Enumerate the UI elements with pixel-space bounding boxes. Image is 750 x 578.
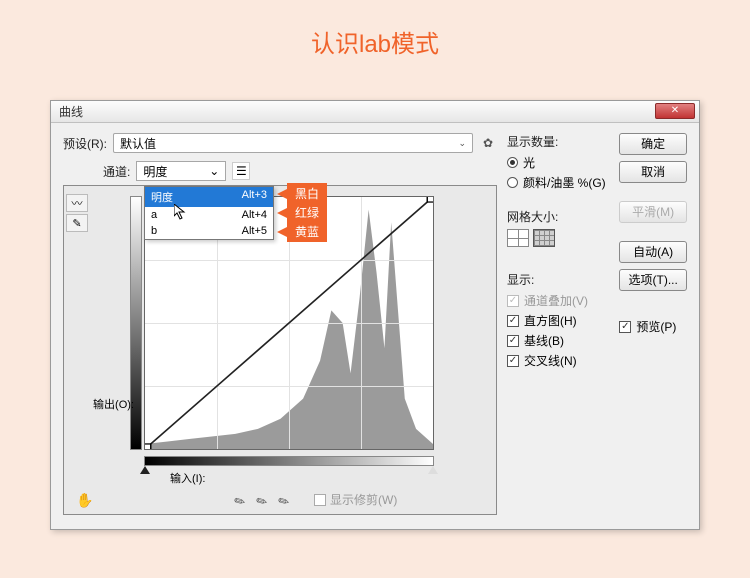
eyedropper-black-icon[interactable]: ✎ — [231, 489, 255, 512]
radio-icon — [507, 157, 518, 168]
grid-small-button[interactable] — [507, 229, 529, 247]
preset-value: 默认值 — [120, 135, 156, 152]
amount-group-label: 显示数量: — [507, 133, 611, 150]
gear-icon[interactable]: ✿ — [479, 134, 497, 152]
dropdown-item-a[interactable]: a Alt+4 — [145, 207, 273, 223]
dropdown-item-shortcut: Alt+3 — [242, 189, 267, 205]
checkbox-icon — [507, 315, 519, 327]
show-group-label: 显示: — [507, 271, 611, 288]
page-title: 认识lab模式 — [0, 0, 750, 59]
grid-size-label: 网格大小: — [507, 208, 611, 225]
channel-value: 明度 — [143, 163, 167, 180]
preset-label: 预设(R): — [63, 135, 107, 152]
curve-frame: 〰 ✎ — [63, 185, 497, 515]
dropdown-item-lightness[interactable]: 明度 Alt+3 — [145, 187, 273, 207]
preview-label: 预览(P) — [636, 318, 676, 335]
dropdown-item-shortcut: Alt+5 — [242, 225, 267, 237]
checkbox-label: 交叉线(N) — [524, 352, 577, 369]
checkbox-label: 通道叠加(V) — [524, 292, 588, 309]
radio-light[interactable]: 光 — [507, 154, 611, 171]
channel-label: 通道: — [103, 163, 130, 180]
curve-tool-pencil[interactable]: ✎ — [66, 214, 88, 232]
dropdown-item-label: a — [151, 209, 157, 221]
show-clipping-label: 显示修剪(W) — [330, 491, 397, 508]
annotation-bw: 黑白 — [287, 183, 327, 204]
dropdown-item-b[interactable]: b Alt+5 — [145, 223, 273, 239]
check-baseline[interactable]: 基线(B) — [507, 332, 611, 349]
check-cross[interactable]: 交叉线(N) — [507, 352, 611, 369]
auto-icon[interactable]: ☰ — [232, 162, 250, 180]
radio-icon — [507, 177, 518, 188]
smooth-button[interactable]: 平滑(M) — [619, 201, 687, 223]
checkbox-label: 基线(B) — [524, 332, 564, 349]
preview-checkbox[interactable]: 预览(P) — [619, 318, 687, 335]
auto-button[interactable]: 自动(A) — [619, 241, 687, 263]
checkbox-icon — [507, 295, 519, 307]
radio-pigment[interactable]: 颜料/油墨 %(G) — [507, 174, 611, 191]
gradient-horizontal — [144, 456, 434, 466]
preset-select[interactable]: 默认值 ⌄ — [113, 133, 473, 153]
options-button[interactable]: 选项(T)... — [619, 269, 687, 291]
curves-dialog: 曲线 ✕ 预设(R): 默认值 ⌄ ✿ 通道: 明度 ⌄ ☰ — [50, 100, 700, 530]
ok-button[interactable]: 确定 — [619, 133, 687, 155]
checkbox-icon — [507, 335, 519, 347]
arrow-icon — [277, 208, 287, 218]
annotation-rg: 红绿 — [287, 202, 327, 223]
dialog-title: 曲线 — [59, 103, 83, 120]
checkbox-icon — [507, 355, 519, 367]
dropdown-item-label: b — [151, 225, 157, 237]
dropdown-item-shortcut: Alt+4 — [242, 209, 267, 221]
eyedropper-gray-icon[interactable]: ✎ — [253, 489, 277, 512]
eyedropper-white-icon[interactable]: ✎ — [275, 489, 299, 512]
checkbox-icon — [619, 321, 631, 333]
annotation-yb: 黄蓝 — [287, 221, 327, 242]
input-label: 输入(I): — [170, 470, 205, 486]
arrow-icon — [277, 227, 287, 237]
grid-large-button[interactable] — [533, 229, 555, 247]
dropdown-item-label: 明度 — [151, 189, 173, 205]
output-label: 输出(O): — [82, 396, 134, 412]
radio-label: 光 — [523, 154, 535, 171]
cancel-button[interactable]: 取消 — [619, 161, 687, 183]
white-point-slider[interactable] — [428, 466, 438, 474]
channel-select[interactable]: 明度 ⌄ — [136, 161, 226, 181]
check-histogram[interactable]: 直方图(H) — [507, 312, 611, 329]
cursor-icon — [174, 204, 186, 220]
check-overlay[interactable]: 通道叠加(V) — [507, 292, 611, 309]
hand-icon[interactable]: ✋ — [76, 492, 98, 510]
close-button[interactable]: ✕ — [655, 103, 695, 119]
show-clipping-checkbox[interactable] — [314, 494, 326, 506]
channel-dropdown[interactable]: 明度 Alt+3 a Alt+4 b Alt+5 — [144, 186, 274, 240]
radio-label: 颜料/油墨 %(G) — [523, 174, 606, 191]
checkbox-label: 直方图(H) — [524, 312, 577, 329]
chevron-down-icon: ⌄ — [209, 164, 219, 178]
arrow-icon — [277, 189, 287, 199]
black-point-slider[interactable] — [140, 466, 150, 474]
titlebar: 曲线 ✕ — [51, 101, 699, 123]
chevron-down-icon: ⌄ — [458, 138, 466, 149]
curve-tool-point[interactable]: 〰 — [66, 194, 88, 212]
